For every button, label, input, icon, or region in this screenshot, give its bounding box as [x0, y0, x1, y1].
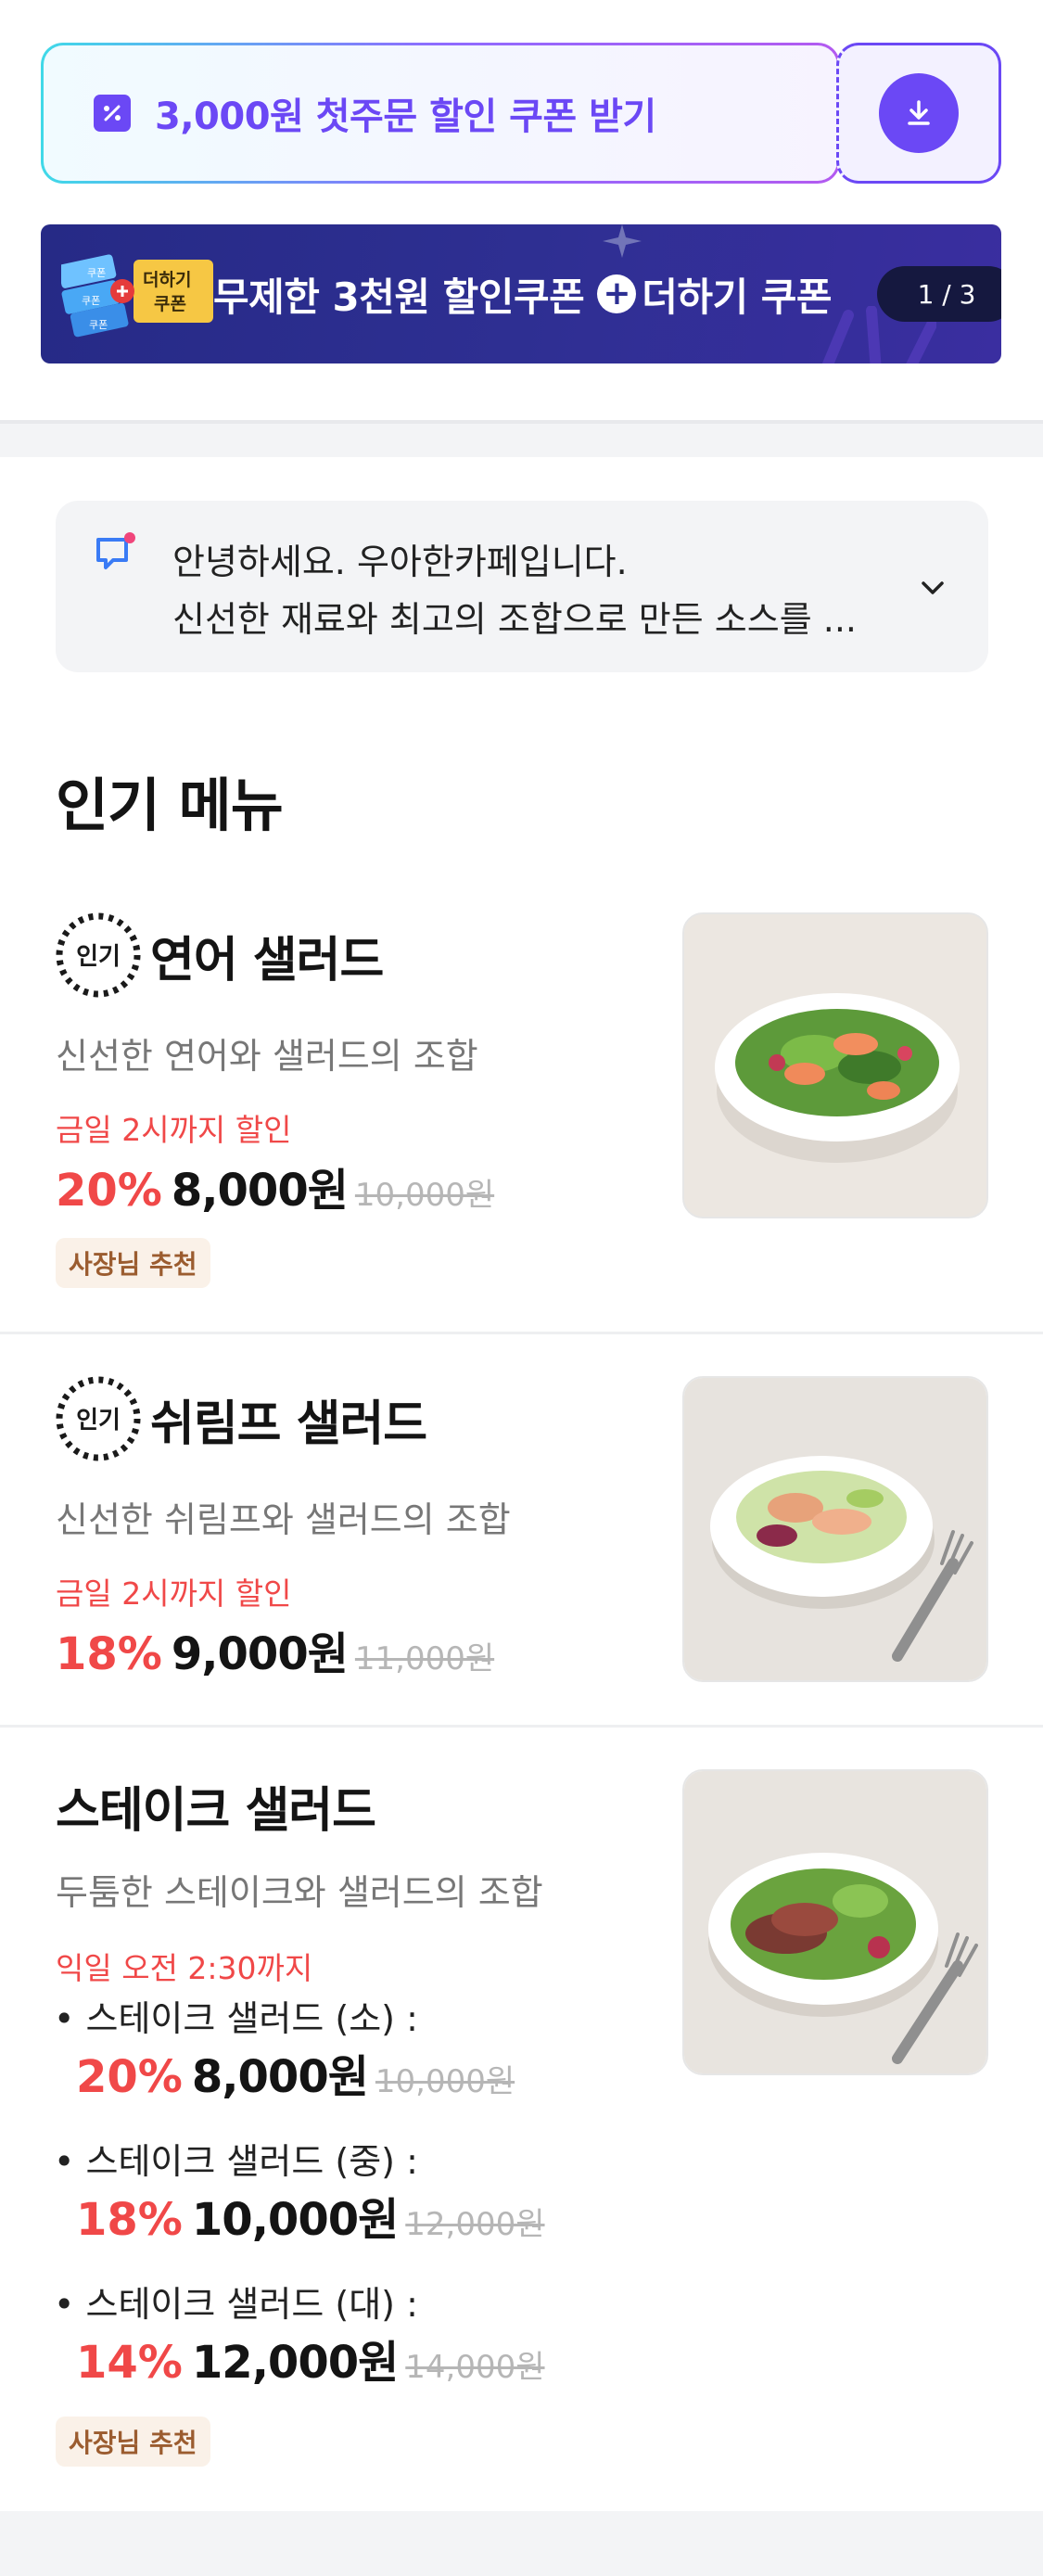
discount-rate: 18%: [76, 2194, 183, 2246]
ticket-label: 쿠폰: [154, 294, 186, 314]
chat-notice-icon: [96, 532, 135, 569]
popular-badge-icon: 인기: [56, 1376, 141, 1461]
plus-icon: +: [597, 274, 637, 313]
coupon-text: 3,000원 첫주문 할인 쿠폰 받기: [155, 96, 656, 138]
promo-banner[interactable]: 쿠폰 쿠폰 쿠폰 더하기 쿠폰 무제한 3천원 할인쿠폰 + 더하기 쿠폰 1 …: [41, 224, 1001, 363]
promo-text-main: 무제한 3천원 할인쿠폰: [213, 274, 585, 320]
notice-greeting: 안녕하세요. 우아한카페입니다.: [172, 542, 628, 582]
menu-item-image[interactable]: [682, 1376, 988, 1682]
menu-item-desc: 신선한 연어와 샐러드의 조합: [56, 1036, 478, 1077]
option-name: 스테이크 샐러드 (대) :: [85, 2284, 418, 2325]
banner-page-indicator: 1 / 3: [877, 266, 1001, 322]
chevron-down-icon[interactable]: [918, 573, 948, 603]
menu-item-desc: 두툼한 스테이크와 샐러드의 조합: [56, 1872, 543, 1913]
discount-rate: 20%: [56, 1165, 162, 1217]
original-price: 10,000원: [375, 2063, 515, 2100]
menu-item-promo: 금일 2시까지 할인: [56, 1112, 292, 1148]
divider: [0, 1332, 1043, 1334]
option-label: • 스테이크 샐러드 (대) :: [54, 2284, 418, 2325]
coupon-info[interactable]: 3,000원 첫주문 할인 쿠폰 받기: [41, 43, 840, 184]
option-label: • 스테이크 샐러드 (소) :: [54, 1998, 418, 2039]
menu-item-name: 쉬림프 샐러드: [150, 1396, 427, 1452]
recommend-badge: 사장님 추천: [56, 2417, 210, 2467]
menu-item-image[interactable]: [682, 1769, 988, 2075]
menu-item-image[interactable]: [682, 912, 988, 1218]
popular-badge-icon: 인기: [56, 912, 141, 998]
coupon-download-button[interactable]: [836, 43, 1001, 184]
menu-item-salmon-salad[interactable]: 인기 연어 샐러드 신선한 연어와 샐러드의 조합 금일 2시까지 할인 20%…: [0, 890, 1043, 1332]
discount-rate: 18%: [56, 1628, 162, 1680]
section-gap: [0, 424, 1043, 457]
popular-badge-label: 인기: [76, 1407, 121, 1435]
download-icon: [879, 73, 959, 153]
menu-item-steak-salad[interactable]: 스테이크 샐러드 두툼한 스테이크와 샐러드의 조합 익일 오전 2:30까지 …: [0, 1743, 1043, 2511]
shrimp-salad-image: [684, 1378, 986, 1680]
promo-text: 무제한 3천원 할인쿠폰 + 더하기 쿠폰: [213, 224, 833, 363]
recommend-badge: 사장님 추천: [56, 1238, 210, 1288]
sale-price: 12,000원: [191, 2337, 399, 2389]
option-name: 스테이크 샐러드 (소) :: [85, 1998, 418, 2039]
salmon-salad-image: [684, 914, 986, 1217]
menu-item-shrimp-salad[interactable]: 인기 쉬림프 샐러드 신선한 쉬림프와 샐러드의 조합 금일 2시까지 할인 1…: [0, 1354, 1043, 1725]
coupon-tickets-icon: 쿠폰 쿠폰 쿠폰 더하기 쿠폰: [61, 254, 213, 338]
menu-item-desc: 신선한 쉬림프와 샐러드의 조합: [56, 1499, 511, 1540]
store-notice[interactable]: 안녕하세요. 우아한카페입니다. 신선한 재료와 최고의 조합으로 만든 소스를…: [56, 501, 988, 672]
original-price: 11,000원: [354, 1640, 495, 1677]
menu-item-name: 연어 샐러드: [150, 932, 384, 988]
ticket-label: 쿠폰: [82, 295, 100, 307]
notice-preview: 신선한 재료와 최고의 조합으로 만든 소스를 ...: [172, 599, 857, 640]
promo-text-sub: 더하기 쿠폰: [642, 274, 833, 320]
sale-price: 8,000원: [171, 1165, 349, 1217]
popular-badge-label: 인기: [76, 943, 121, 971]
ticket-label: 더하기: [143, 270, 191, 290]
menu-item-name: 스테이크 샐러드: [56, 1783, 376, 1839]
discount-rate: 14%: [76, 2337, 183, 2389]
sale-price: 10,000원: [191, 2194, 399, 2246]
menu-item-promo: 익일 오전 2:30까지: [56, 1950, 313, 1986]
coupon-percent-icon: [94, 95, 131, 132]
sale-price: 9,000원: [171, 1628, 349, 1680]
menu-item-promo: 금일 2시까지 할인: [56, 1575, 292, 1612]
original-price: 10,000원: [354, 1177, 495, 1214]
divider: [0, 1725, 1043, 1728]
ticket-label: 쿠폰: [89, 319, 108, 331]
first-order-coupon-bar[interactable]: 3,000원 첫주문 할인 쿠폰 받기: [41, 43, 1001, 184]
discount-rate: 20%: [76, 2051, 183, 2103]
sale-price: 8,000원: [191, 2051, 369, 2103]
ticket-label: 쿠폰: [87, 267, 106, 279]
option-name: 스테이크 샐러드 (중) :: [85, 2141, 418, 2182]
original-price: 12,000원: [405, 2206, 545, 2243]
section-title: 인기 메뉴: [56, 772, 284, 839]
original-price: 14,000원: [405, 2349, 545, 2386]
option-label: • 스테이크 샐러드 (중) :: [54, 2141, 418, 2182]
bottom-gap: [0, 2511, 1043, 2576]
steak-salad-image: [684, 1771, 986, 2073]
